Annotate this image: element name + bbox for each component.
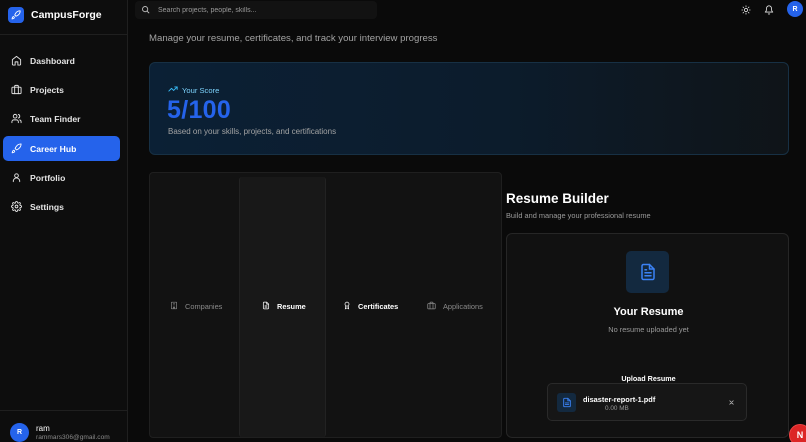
career-tabs: Companies Resume Certificates Applicatio… <box>149 172 502 438</box>
score-card: Your Score 5/100 Based on your skills, p… <box>149 62 789 155</box>
avatar[interactable]: R <box>787 1 803 17</box>
tab-applications[interactable]: Applications <box>427 300 483 312</box>
upload-resume-label: Upload Resume <box>621 374 676 383</box>
sidebar-item-label: Team Finder <box>30 113 81 124</box>
score-description: Based on your skills, projects, and cert… <box>168 127 337 136</box>
sidebar-item-label: Career Hub <box>30 143 77 154</box>
bell-icon[interactable] <box>763 4 774 15</box>
score-label: Your Score <box>182 85 220 95</box>
page-subtitle: Manage your resume, certificates, and tr… <box>149 33 438 44</box>
sidebar-item-settings[interactable]: Settings <box>3 194 120 219</box>
file-size: 0.00 MB <box>605 405 629 412</box>
sun-icon[interactable] <box>740 4 751 15</box>
tab-companies[interactable]: Companies <box>170 300 222 312</box>
resume-status: No resume uploaded yet <box>608 325 689 334</box>
search-input[interactable] <box>158 6 358 14</box>
floating-avatar-badge[interactable]: N <box>789 424 806 442</box>
home-icon <box>11 55 22 66</box>
topbar: R <box>129 0 806 24</box>
document-icon <box>626 251 669 293</box>
user-name: ram <box>36 424 50 433</box>
brand-name: CampusForge <box>31 9 102 21</box>
resume-builder-subtitle: Build and manage your professional resum… <box>506 211 651 220</box>
sidebar-item-portfolio[interactable]: Portfolio <box>3 165 120 190</box>
file-name: disaster-report-1.pdf <box>583 395 656 404</box>
award-icon <box>343 297 351 315</box>
gear-icon <box>11 201 22 212</box>
resume-card: Your Resume No resume uploaded yet Uploa… <box>506 233 789 438</box>
brand[interactable]: CampusForge <box>8 6 102 24</box>
user-email: rammars306@gmail.com <box>36 434 110 441</box>
tab-label: Certificates <box>358 301 399 311</box>
sidebar-item-label: Projects <box>30 84 64 95</box>
score-value: 5/100 <box>167 96 232 124</box>
user-avatar[interactable]: R <box>10 423 29 442</box>
sidebar-item-dashboard[interactable]: Dashboard <box>3 48 120 73</box>
users-icon <box>11 113 22 124</box>
file-icon <box>557 393 576 412</box>
sidebar-item-career-hub[interactable]: Career Hub <box>3 136 120 161</box>
sidebar-item-team-finder[interactable]: Team Finder <box>3 106 120 131</box>
briefcase-icon <box>427 297 436 315</box>
search-icon <box>141 1 150 19</box>
resume-card-title: Your Resume <box>613 306 684 318</box>
divider <box>0 410 128 411</box>
sidebar-item-label: Dashboard <box>30 55 75 66</box>
sidebar-item-projects[interactable]: Projects <box>3 77 120 102</box>
tab-label: Applications <box>443 301 483 311</box>
folder-icon <box>11 84 22 95</box>
rocket-icon <box>11 143 22 154</box>
rocket-icon <box>8 7 24 23</box>
document-icon <box>262 297 270 315</box>
resume-builder-title: Resume Builder <box>506 191 609 206</box>
tab-resume[interactable]: Resume <box>262 300 306 312</box>
tab-label: Companies <box>185 301 223 311</box>
sidebar-item-label: Portfolio <box>30 172 66 183</box>
search-bar[interactable] <box>135 1 377 19</box>
tab-certificates[interactable]: Certificates <box>343 300 398 312</box>
uploaded-file[interactable]: disaster-report-1.pdf 0.00 MB <box>547 383 747 421</box>
sidebar: CampusForge Dashboard Projects Team Find… <box>0 0 128 442</box>
building-icon <box>170 297 178 315</box>
sidebar-item-label: Settings <box>30 201 64 212</box>
tab-label: Resume <box>277 301 306 311</box>
divider <box>0 34 128 35</box>
close-icon[interactable] <box>726 397 736 407</box>
user-icon <box>11 172 22 183</box>
